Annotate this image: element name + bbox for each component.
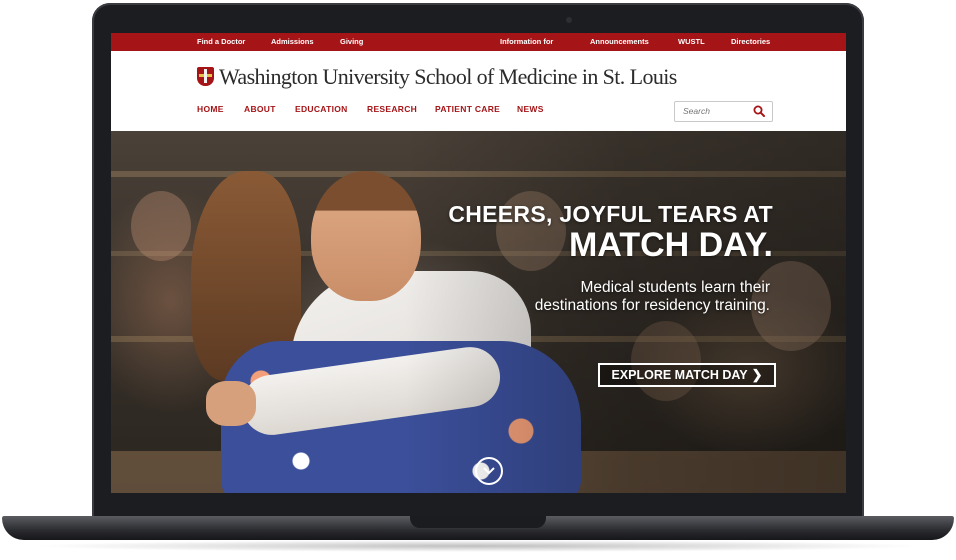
camera-icon (566, 17, 572, 23)
utility-link-admissions[interactable]: Admissions (271, 37, 314, 46)
nav-research[interactable]: RESEARCH (367, 104, 417, 114)
nav-education[interactable]: EDUCATION (295, 104, 348, 114)
utility-link-information-for[interactable]: Information for (500, 37, 553, 46)
search-box (674, 101, 773, 122)
utility-link-giving[interactable]: Giving (340, 37, 363, 46)
site-header: Washington University School of Medicine… (111, 51, 846, 131)
site-logo-text[interactable]: Washington University School of Medicine… (219, 64, 677, 90)
nav-news[interactable]: NEWS (517, 104, 544, 114)
hero-banner: CHEERS, JOYFUL TEARS AT MATCH DAY. Medic… (111, 131, 846, 493)
hero-subtext: Medical students learn their destination… (534, 279, 770, 314)
laptop-shadow (30, 540, 926, 552)
search-input[interactable] (683, 104, 747, 118)
utility-link-wustl[interactable]: WUSTL (678, 37, 705, 46)
explore-match-day-button[interactable]: EXPLORE MATCH DAY ❯ (598, 363, 776, 387)
chevron-right-icon: ❯ (751, 367, 763, 382)
utility-link-directories[interactable]: Directories (731, 37, 770, 46)
university-crest-icon[interactable] (197, 67, 214, 86)
nav-about[interactable]: ABOUT (244, 104, 276, 114)
utility-bar: Find a Doctor Admissions Giving Informat… (111, 33, 846, 51)
search-icon[interactable] (753, 105, 765, 117)
hero-headline-line1: CHEERS, JOYFUL TEARS AT (448, 201, 773, 227)
explore-match-day-label: EXPLORE MATCH DAY (611, 368, 748, 382)
chevron-down-circle-icon[interactable] (475, 457, 503, 485)
nav-home[interactable]: HOME (197, 104, 224, 114)
utility-link-announcements[interactable]: Announcements (590, 37, 649, 46)
hero-headline-line2: MATCH DAY. (568, 226, 773, 264)
browser-screen: Find a Doctor Admissions Giving Informat… (111, 33, 846, 493)
utility-link-find-a-doctor[interactable]: Find a Doctor (197, 37, 245, 46)
laptop-notch (410, 516, 546, 528)
nav-patient-care[interactable]: PATIENT CARE (435, 104, 500, 114)
